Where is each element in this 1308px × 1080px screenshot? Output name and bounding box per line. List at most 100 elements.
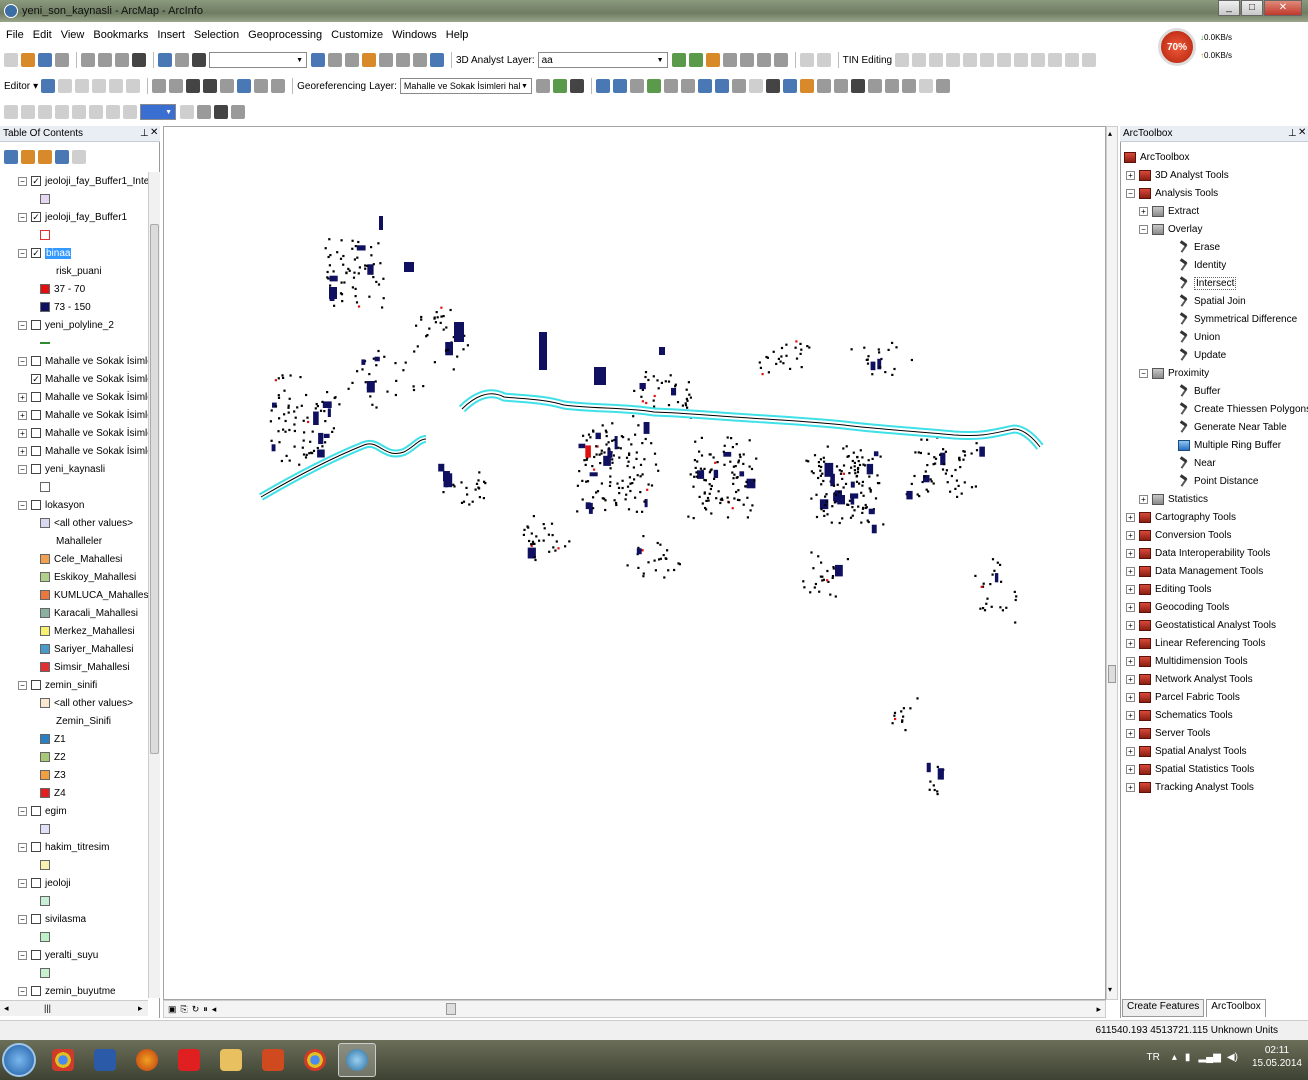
collapse-icon[interactable]: − [18,842,27,852]
profile-graph-icon[interactable] [773,53,788,67]
data-view-icon[interactable]: ▣ [168,1004,177,1015]
toc-scroll-thumb[interactable] [150,224,159,754]
toolbox-tree-item[interactable]: Multiple Ring Buffer [1152,436,1281,454]
toc-options-icon[interactable] [72,150,86,164]
toc-row[interactable]: − egim [18,802,67,820]
toc-pin-icon[interactable]: ⊥ [140,128,149,139]
tin-tool5-icon[interactable] [963,53,978,67]
legend-swatch[interactable] [40,284,50,294]
back-extent-icon[interactable] [697,79,712,93]
toc-row[interactable]: + Mahalle ve Sokak İsimleri [18,424,148,442]
straight-segment-icon[interactable] [75,79,90,93]
toolbox-tree-item[interactable]: Buffer [1152,382,1221,400]
arcglobe-icon[interactable] [816,53,831,67]
volume-icon[interactable]: ◀) [1227,1052,1238,1063]
layer-visibility-checkbox[interactable]: ✓ [31,176,41,186]
toc-row[interactable]: Karacali_Mahallesi [40,604,138,622]
toc-row[interactable]: − Mahalle ve Sokak İsimleri hal [18,352,148,370]
legend-swatch[interactable] [40,788,50,798]
line-of-sight-icon[interactable] [705,53,720,67]
layout-tool1-icon[interactable] [4,105,18,119]
toolbox-tree-item[interactable]: + Geostatistical Analyst Tools [1126,616,1276,634]
fixed-zoom-in-icon[interactable] [663,79,678,93]
tin-tool7-icon[interactable] [997,53,1012,67]
delete-icon[interactable] [132,53,146,67]
expand-icon[interactable]: + [1126,674,1135,684]
signal-icon[interactable]: ▂▄▆ [1198,1052,1220,1063]
expand-icon[interactable]: + [1126,620,1135,630]
help-icon[interactable] [430,53,444,67]
map-vscroll-thumb[interactable] [1108,665,1116,683]
toc-row[interactable]: Z1 [40,730,66,748]
toolbox-tree-item[interactable]: Intersect [1152,274,1237,292]
toolbox-tree-item[interactable]: Erase [1152,238,1220,256]
chrome2-taskbar-icon[interactable] [296,1043,334,1077]
layer-visibility-checkbox[interactable] [31,806,41,816]
editor-menu[interactable]: Editor [4,81,30,92]
menu-help[interactable]: Help [446,29,469,41]
expand-icon[interactable]: + [1126,512,1135,522]
toc-row[interactable] [40,478,54,496]
search-icon[interactable] [362,53,376,67]
tin-tool9-icon[interactable] [1031,53,1046,67]
html-popup-icon[interactable] [816,79,831,93]
layer-visibility-checkbox[interactable] [31,464,41,474]
select-elements-icon[interactable] [765,79,780,93]
toolbox-tree-item[interactable]: − Analysis Tools [1126,184,1218,202]
legend-swatch[interactable] [40,752,50,762]
toolbox-tree-item[interactable]: + Editing Tools [1126,580,1212,598]
toc-row[interactable]: Mahalleler [56,532,102,550]
arctoolbox-icon[interactable] [379,53,393,67]
layer-visibility-checkbox[interactable] [31,392,41,402]
expand-icon[interactable]: + [18,392,27,402]
print-icon[interactable] [55,53,69,67]
forward-extent-icon[interactable] [714,79,729,93]
interpolate-polygon-icon[interactable] [756,53,771,67]
collapse-icon[interactable]: − [18,212,27,222]
toolbox-tree-item[interactable]: + Spatial Statistics Tools [1126,760,1254,778]
menu-edit[interactable]: Edit [33,29,52,41]
toc-row[interactable]: + Mahalle ve Sokak İsimleri [18,442,148,460]
tab-arctoolbox[interactable]: ArcToolbox [1206,999,1266,1017]
toolbox-tree-item[interactable]: + Spatial Analyst Tools [1126,742,1247,760]
link-table-icon[interactable] [569,79,584,93]
toc-row[interactable]: − sivilasma [18,910,86,928]
menu-selection[interactable]: Selection [194,29,239,41]
cut-icon[interactable] [81,53,95,67]
legend-swatch[interactable] [40,734,50,744]
legend-swatch[interactable] [40,644,50,654]
toc-row[interactable]: + Mahalle ve Sokak İsimleri [18,406,148,424]
toolbox-tree-item[interactable]: Spatial Join [1152,292,1246,310]
layout-tool8-icon[interactable] [123,105,137,119]
toc-row[interactable]: Merkez_Mahallesi [40,622,135,640]
arctoolbox-pin-icon[interactable]: ⊥ [1288,128,1297,139]
tin-tool3-icon[interactable] [929,53,944,67]
toc-row[interactable]: − yeni_kaynasli [18,460,105,478]
toolbox-tree-item[interactable]: Point Distance [1152,472,1258,490]
toc-row[interactable]: − zemin_sinifi [18,676,97,694]
layer-visibility-checkbox[interactable] [31,320,41,330]
menu-bookmarks[interactable]: Bookmarks [93,29,148,41]
expand-icon[interactable]: + [1126,692,1135,702]
collapse-icon[interactable]: − [18,500,27,510]
collapse-icon[interactable]: − [1126,188,1135,198]
legend-swatch[interactable] [40,482,50,492]
toolbox-tree-item[interactable]: − Overlay [1139,220,1202,238]
tin-tool8-icon[interactable] [1014,53,1029,67]
toolbox-tree-item[interactable]: + Server Tools [1126,724,1210,742]
toc-row[interactable] [40,226,54,244]
toc-row[interactable]: ✓ Mahalle ve Sokak İsimleri [18,370,148,388]
tin-tool1-icon[interactable] [895,53,910,67]
georeferencing-menu[interactable]: Georeferencing [297,81,366,92]
toc-close-icon[interactable]: ✕ [150,127,158,138]
expand-icon[interactable]: + [1126,782,1135,792]
legend-swatch[interactable] [40,770,50,780]
zoom-in-icon[interactable] [595,79,610,93]
tin-editing-label[interactable]: TIN Editing [843,55,892,66]
tray-arrow-icon[interactable]: ▴ [1172,1052,1177,1063]
undo-icon[interactable] [158,53,172,67]
collapse-icon[interactable]: − [18,878,27,888]
attributes-icon[interactable] [237,79,252,93]
list-by-source-icon[interactable] [21,150,35,164]
close-button[interactable]: ✕ [1264,0,1302,16]
